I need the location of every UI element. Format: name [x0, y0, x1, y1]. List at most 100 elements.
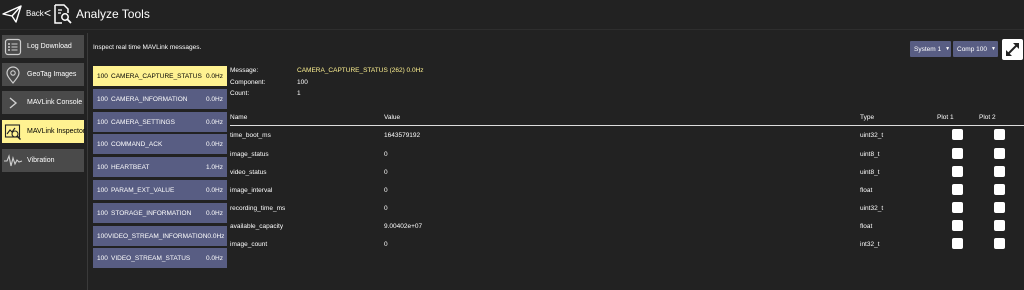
- message-item[interactable]: 100 CAMERA_SETTINGS 0.0Hz: [93, 112, 227, 132]
- field-value: 9.00402e+07: [384, 223, 423, 230]
- back-chevron[interactable]: <: [44, 6, 51, 20]
- table-row: image_status 0 uint8_t: [230, 146, 1024, 164]
- field-type: uint32_t: [860, 132, 884, 139]
- column-header-value: Value: [384, 114, 401, 121]
- plot1-checkbox[interactable]: [952, 148, 963, 159]
- message-item[interactable]: 100 COMMAND_ACK 0.0Hz: [93, 134, 227, 154]
- sidebar-item-mavlink-console[interactable]: MAVLink Console: [2, 91, 84, 114]
- plot1-checkbox[interactable]: [952, 166, 963, 177]
- message-item[interactable]: 100 CAMERA_INFORMATION 0.0Hz: [93, 89, 227, 109]
- waveform-icon: [2, 150, 24, 172]
- message-rate: 0.0Hz: [206, 254, 223, 262]
- inspector-description: Inspect real time MAVLink messages.: [93, 44, 202, 51]
- message-name: VIDEO_STREAM_INFORMATION: [107, 232, 208, 240]
- plot1-checkbox[interactable]: [952, 129, 963, 140]
- message-item[interactable]: 100 PARAM_EXT_VALUE 0.0Hz: [93, 180, 227, 200]
- system-dropdown[interactable]: System 1 ▼: [910, 41, 951, 57]
- detail-component: Component: 100: [230, 79, 308, 86]
- message-name: PARAM_EXT_VALUE: [111, 186, 175, 194]
- field-type: float: [860, 223, 873, 230]
- plot1-checkbox[interactable]: [952, 238, 963, 249]
- field-name: recording_time_ms: [230, 205, 286, 212]
- message-item[interactable]: 100 CAMERA_CAPTURE_STATUS 0.0Hz: [93, 66, 227, 86]
- plot2-checkbox[interactable]: [994, 129, 1005, 140]
- expand-button[interactable]: [1002, 39, 1023, 60]
- page-title: Analyze Tools: [76, 7, 150, 21]
- message-component-id: 100: [97, 72, 108, 80]
- table-row: image_count 0 int32_t: [230, 236, 1024, 254]
- plot2-checkbox[interactable]: [994, 184, 1005, 195]
- system-dropdown-value: System 1: [914, 45, 942, 53]
- plot1-checkbox[interactable]: [952, 184, 963, 195]
- message-rate: 0.0Hz: [206, 186, 223, 194]
- field-value: 0: [384, 205, 388, 212]
- message-name: HEARTBEAT: [111, 163, 150, 171]
- field-value: 0: [384, 169, 388, 176]
- analyze-document-icon: [54, 4, 72, 24]
- sidebar-item-label: Log Download: [27, 43, 72, 50]
- message-item[interactable]: 100 VIDEO_STREAM_INFORMATION 0.0Hz: [93, 226, 227, 246]
- message-rate: 0.0Hz: [206, 95, 223, 103]
- message-component-id: 100: [97, 254, 108, 262]
- field-type: uint8_t: [860, 151, 880, 158]
- sidebar-item-label: MAVLink Inspector: [27, 128, 86, 135]
- message-component-id: 100: [97, 95, 108, 103]
- sidebar-item-label: Vibration: [27, 157, 55, 164]
- message-component-id: 100: [97, 140, 108, 148]
- field-type: int32_t: [860, 241, 880, 248]
- table-row: available_capacity 9.00402e+07 float: [230, 218, 1024, 236]
- sidebar-item-geotag-images[interactable]: GeoTag Images: [2, 63, 84, 86]
- message-component-id: 100: [97, 163, 108, 171]
- message-item[interactable]: 100 VIDEO_STREAM_STATUS 0.0Hz: [93, 248, 227, 268]
- column-header-type: Type: [860, 114, 875, 121]
- sidebar-item-label: MAVLink Console: [27, 99, 83, 106]
- header-divider: [230, 125, 1024, 126]
- sidebar-item-mavlink-inspector[interactable]: MAVLink Inspector: [2, 120, 86, 143]
- column-header-plot2: Plot 2: [979, 114, 996, 121]
- field-name: available_capacity: [230, 223, 284, 230]
- table-row: video_status 0 uint8_t: [230, 164, 1024, 182]
- inspector-panel: Inspect real time MAVLink messages. Syst…: [90, 30, 1024, 290]
- paper-plane-icon[interactable]: [2, 4, 22, 24]
- field-type: uint32_t: [860, 205, 884, 212]
- field-name: video_status: [230, 169, 267, 176]
- column-header-plot1: Plot 1: [937, 114, 954, 121]
- inspector-chart-icon: [2, 121, 24, 143]
- sidebar-item-log-download[interactable]: Log Download: [2, 35, 84, 58]
- caret-down-icon: ▼: [991, 46, 996, 52]
- plot1-checkbox[interactable]: [952, 220, 963, 231]
- plot1-checkbox[interactable]: [952, 202, 963, 213]
- message-rate: 0.0Hz: [206, 140, 223, 148]
- sidebar-item-vibration[interactable]: Vibration: [2, 149, 84, 172]
- message-component-id: 100: [97, 232, 108, 240]
- field-value: 0: [384, 151, 388, 158]
- message-item[interactable]: 100 STORAGE_INFORMATION 0.0Hz: [93, 203, 227, 223]
- field-value: 0: [384, 241, 388, 248]
- plot2-checkbox[interactable]: [994, 148, 1005, 159]
- plot2-checkbox[interactable]: [994, 220, 1005, 231]
- message-rate: 1.0Hz: [206, 163, 223, 171]
- message-rate: 0.0Hz: [206, 72, 223, 80]
- field-name: image_count: [230, 241, 268, 248]
- message-item[interactable]: 100 HEARTBEAT 1.0Hz: [93, 157, 227, 177]
- column-header-name: Name: [230, 114, 248, 121]
- component-dropdown[interactable]: Comp 100 ▼: [953, 41, 998, 57]
- plot2-checkbox[interactable]: [994, 238, 1005, 249]
- field-name: image_status: [230, 151, 269, 158]
- top-bar: Back < Analyze Tools: [0, 0, 1024, 30]
- table-row: image_interval 0 float: [230, 182, 1024, 200]
- message-component-id: 100: [97, 209, 108, 217]
- console-chevron-icon: [2, 92, 24, 114]
- back-button[interactable]: Back: [26, 9, 44, 18]
- map-pin-icon: [2, 64, 24, 86]
- caret-down-icon: ▼: [945, 46, 951, 52]
- message-name: STORAGE_INFORMATION: [111, 209, 192, 217]
- message-rate: 0.0Hz: [207, 232, 225, 240]
- message-component-id: 100: [97, 186, 108, 194]
- detail-message: Message: CAMERA_CAPTURE_STATUS (262) 0.0…: [230, 67, 424, 74]
- message-name: CAMERA_INFORMATION: [111, 95, 188, 103]
- plot2-checkbox[interactable]: [994, 166, 1005, 177]
- component-dropdown-value: Comp 100: [957, 45, 987, 53]
- plot2-checkbox[interactable]: [994, 202, 1005, 213]
- log-list-icon: [2, 36, 24, 58]
